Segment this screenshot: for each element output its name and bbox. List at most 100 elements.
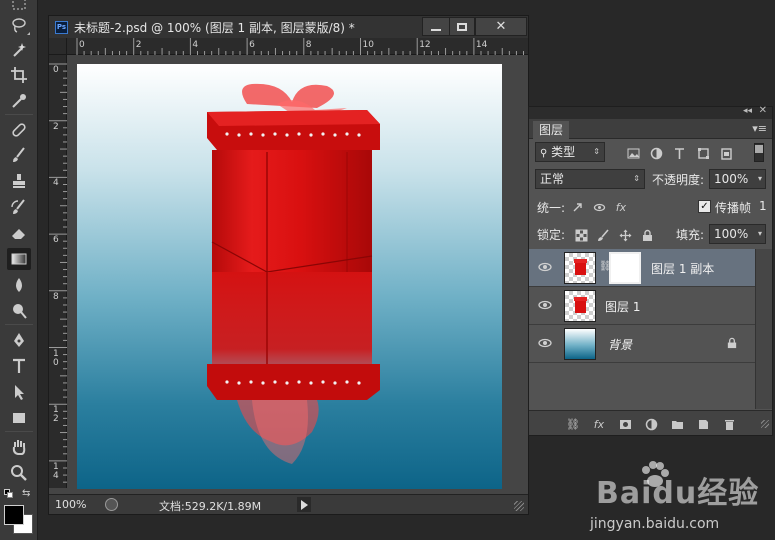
updown-icon: ⇕	[633, 174, 640, 183]
document-canvas[interactable]	[77, 64, 502, 489]
layer-mask-thumbnail[interactable]	[609, 252, 641, 284]
lock-position-button[interactable]	[617, 227, 633, 243]
layer-thumbnail[interactable]	[564, 252, 596, 284]
blur-tool[interactable]	[7, 274, 31, 296]
fill-input[interactable]: 100% ▾	[709, 224, 766, 244]
new-page-icon	[698, 419, 708, 429]
horizontal-ruler[interactable]: 0 2 4 6 8 10 12 14	[67, 38, 528, 55]
tab-layers[interactable]: 图层	[533, 121, 570, 139]
foreground-color-swatch[interactable]	[4, 505, 24, 525]
minimize-button[interactable]	[422, 17, 450, 36]
layer-list: ⛓ 图层 1 副本 图层 1 背景	[529, 249, 755, 409]
resize-grip-icon[interactable]	[514, 501, 524, 511]
default-colors-icon[interactable]	[4, 489, 13, 498]
unify-style-button[interactable]: fx	[613, 199, 629, 215]
vertical-ruler[interactable]: 0 2 4 6 8 1 0 1 2 1 4	[49, 55, 67, 488]
filter-kind-select[interactable]: ⚲ 类型 ⇕	[535, 142, 605, 162]
propagate-frame-checkbox[interactable]: ✓	[698, 200, 711, 213]
layer-name[interactable]: 图层 1	[605, 298, 640, 315]
lasso-tool[interactable]	[7, 14, 31, 36]
document-title: 未标题-2.psd @ 100% (图层 1 副本, 图层蒙版/8) *	[74, 20, 355, 35]
close-panel-icon[interactable]: ✕	[759, 105, 767, 116]
magic-wand-tool[interactable]	[7, 39, 31, 61]
type-tool[interactable]	[7, 355, 31, 377]
new-layer-button[interactable]	[695, 416, 711, 432]
layer-row-copy[interactable]: ⛓ 图层 1 副本	[529, 249, 755, 287]
maximize-button[interactable]	[449, 17, 475, 36]
zoom-level-field[interactable]: 100%	[55, 498, 86, 511]
delete-layer-button[interactable]	[721, 416, 737, 432]
crop-tool[interactable]	[7, 64, 31, 86]
new-group-button[interactable]	[669, 416, 685, 432]
ruler-v-label: 0	[53, 65, 59, 75]
lock-transparent-button[interactable]	[573, 227, 589, 243]
clone-stamp-tool[interactable]	[7, 170, 31, 192]
rectangle-icon	[13, 413, 25, 423]
panel-header[interactable]: ◂◂ ✕	[529, 105, 772, 119]
link-layers-button[interactable]: ⛓	[565, 416, 581, 432]
filter-adjustment-button[interactable]	[648, 145, 664, 161]
ruler-v-label: 6	[53, 235, 59, 246]
unify-position-icon	[573, 202, 582, 211]
eyedropper-icon	[12, 94, 26, 108]
eraser-tool[interactable]	[7, 222, 31, 244]
pen-tool[interactable]	[7, 329, 31, 351]
filter-smart-object-button[interactable]	[718, 145, 734, 161]
magic-wand-icon	[13, 43, 26, 57]
history-brush-tool[interactable]	[7, 196, 31, 218]
close-button[interactable]: ✕	[475, 17, 527, 36]
document-titlebar[interactable]: Ps 未标题-2.psd @ 100% (图层 1 副本, 图层蒙版/8) * …	[49, 16, 528, 38]
search-icon: ⚲	[540, 148, 548, 159]
filter-toggle-switch[interactable]	[754, 143, 764, 162]
unify-row: 统一: fx ✓ 传播帧 1	[529, 195, 772, 219]
new-adjustment-button[interactable]	[643, 416, 659, 432]
status-menu-button[interactable]	[297, 497, 311, 512]
path-selection-tool[interactable]	[7, 381, 31, 403]
lock-pixels-button[interactable]	[595, 227, 611, 243]
shape-icon	[697, 147, 709, 159]
ruler-h-label: 14	[475, 40, 488, 50]
layer-row-layer1[interactable]: 图层 1	[529, 287, 755, 325]
layer-list-scrollbar[interactable]	[755, 249, 772, 409]
panel-menu-icon[interactable]: ▾≡	[752, 122, 767, 135]
history-brush-icon	[11, 199, 25, 214]
add-mask-button[interactable]	[617, 416, 633, 432]
eye-icon[interactable]	[537, 298, 553, 312]
lasso-icon	[12, 18, 26, 33]
layer-style-button[interactable]: fx	[591, 416, 607, 432]
lock-all-button[interactable]	[639, 227, 655, 243]
hand-icon	[12, 440, 26, 455]
filter-shape-button[interactable]	[695, 145, 711, 161]
healing-brush-tool[interactable]	[7, 119, 31, 141]
unify-visibility-button[interactable]	[591, 199, 607, 215]
resize-grip-icon[interactable]	[761, 420, 769, 428]
filter-pixel-button[interactable]	[625, 145, 641, 161]
blend-mode-select[interactable]: 正常 ⇕	[535, 169, 645, 189]
type-t-icon	[674, 147, 684, 159]
dodge-tool[interactable]	[7, 300, 31, 322]
layer-thumbnail[interactable]	[564, 290, 596, 322]
filter-type-button[interactable]	[671, 145, 687, 161]
arrow-pointer-icon	[15, 385, 24, 400]
dodge-icon	[13, 304, 27, 319]
status-info-icon[interactable]	[105, 498, 118, 511]
swap-colors-icon[interactable]: ⇆	[22, 488, 30, 499]
layer-name[interactable]: 图层 1 副本	[651, 260, 714, 277]
rectangle-tool[interactable]	[7, 407, 31, 429]
layer-thumbnail[interactable]	[564, 328, 596, 360]
layer-name[interactable]: 背景	[608, 336, 632, 353]
eye-icon[interactable]	[537, 260, 553, 274]
gradient-tool[interactable]	[7, 248, 31, 270]
hand-tool[interactable]	[7, 436, 31, 458]
unify-label: 统一:	[537, 201, 566, 215]
opacity-input[interactable]: 100% ▾	[709, 169, 766, 189]
layer-row-background[interactable]: 背景	[529, 325, 755, 363]
zoom-tool[interactable]	[7, 462, 31, 484]
collapse-icon[interactable]: ◂◂	[743, 106, 752, 116]
ruler-origin[interactable]	[49, 38, 67, 55]
move-arrows-icon	[619, 229, 631, 241]
brush-tool[interactable]	[7, 144, 31, 166]
eyedropper-tool[interactable]	[7, 90, 31, 112]
unify-position-button[interactable]	[569, 199, 585, 215]
eye-icon[interactable]	[537, 336, 553, 350]
